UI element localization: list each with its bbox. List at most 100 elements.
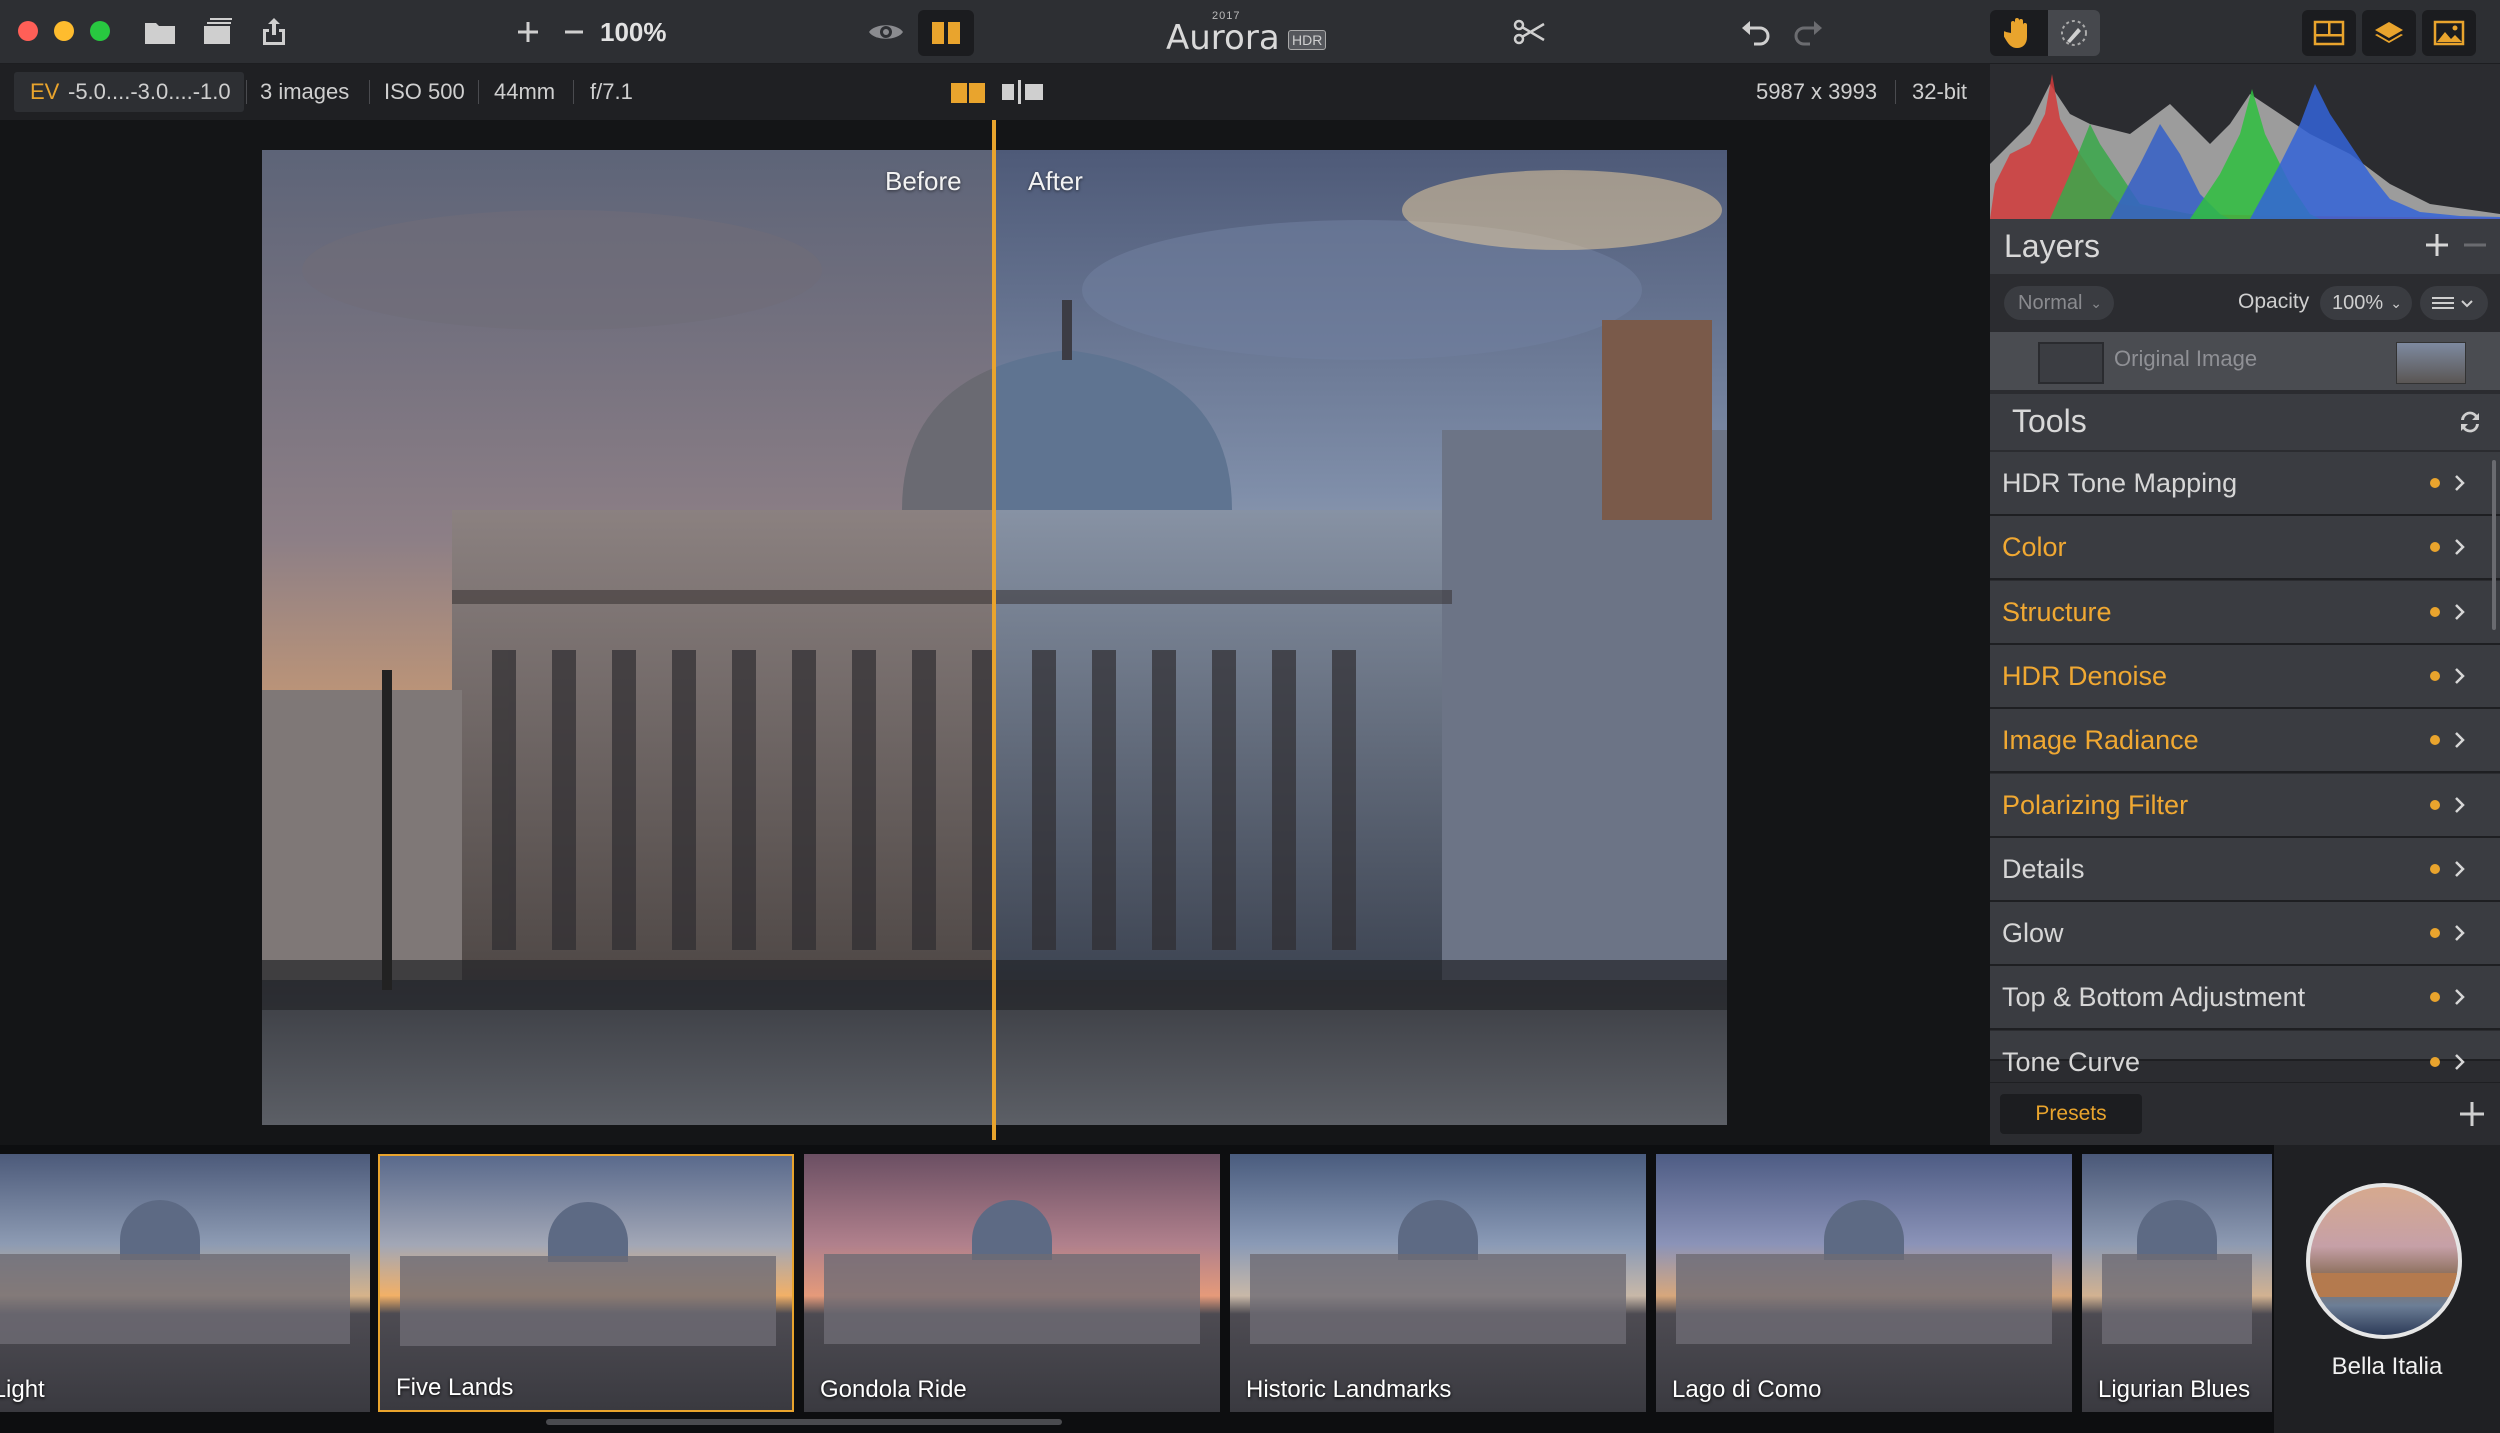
focal-length: 44mm bbox=[494, 79, 556, 104]
chevron-right-icon[interactable] bbox=[2450, 1051, 2470, 1073]
tool-status-dot[interactable] bbox=[2430, 799, 2440, 810]
tools-scrollbar[interactable] bbox=[2492, 460, 2496, 630]
compare-split-handle[interactable] bbox=[992, 120, 996, 1140]
preset-thumbnail[interactable]: Lago di Como bbox=[1656, 1154, 2072, 1412]
tool-row[interactable]: HDR Denoise bbox=[1990, 644, 2500, 709]
chevron-down-icon: ⌄ bbox=[2390, 295, 2402, 311]
layers-panel-icon[interactable] bbox=[2362, 10, 2416, 56]
add-preset-icon[interactable] bbox=[2458, 1100, 2486, 1133]
facade-shape bbox=[824, 1254, 1200, 1344]
share-icon[interactable] bbox=[254, 10, 294, 54]
preset-thumbnail[interactable]: Gondola Ride bbox=[804, 1154, 1220, 1412]
opacity-value: 100% bbox=[2332, 292, 2384, 314]
chevron-right-icon[interactable] bbox=[2450, 472, 2470, 494]
ev-value: -5.0....-3.0....-1.0 bbox=[68, 79, 231, 104]
dome-shape bbox=[548, 1202, 628, 1262]
opacity-label: Opacity bbox=[2238, 290, 2310, 313]
layer-options-button[interactable] bbox=[2420, 286, 2488, 320]
preset-label: Five Lands bbox=[396, 1374, 514, 1401]
batch-icon[interactable] bbox=[198, 10, 238, 54]
tool-status-dot[interactable] bbox=[2430, 1056, 2440, 1067]
dome-shape bbox=[972, 1200, 1052, 1260]
zoom-in-icon[interactable] bbox=[510, 10, 546, 54]
layout-icon[interactable] bbox=[2302, 10, 2356, 56]
preset-thumbnail[interactable]: Ligurian Blues bbox=[2082, 1154, 2272, 1412]
preset-label: Historic Landmarks bbox=[1246, 1376, 1452, 1403]
tool-row[interactable]: Polarizing Filter bbox=[1990, 773, 2500, 838]
opacity-select[interactable]: 100% ⌄ bbox=[2320, 286, 2412, 320]
blend-mode-select[interactable]: Normal ⌄ bbox=[2004, 286, 2114, 320]
bit-depth: 32-bit bbox=[1912, 79, 1968, 104]
tool-row[interactable]: Tone Curve bbox=[1990, 1030, 2500, 1077]
list-icon bbox=[2432, 297, 2473, 309]
layer-row[interactable]: Original Image bbox=[1990, 332, 2500, 390]
tool-row[interactable]: Glow bbox=[1990, 902, 2500, 967]
tool-row[interactable]: Color bbox=[1990, 516, 2500, 581]
tool-status-dot[interactable] bbox=[2430, 928, 2440, 939]
filmstrip-scrollbar[interactable] bbox=[546, 1419, 1062, 1425]
preset-thumbnail[interactable]: Historic Landmarks bbox=[1230, 1154, 1646, 1412]
chevron-right-icon[interactable] bbox=[2450, 601, 2470, 623]
compare-view-button[interactable] bbox=[918, 10, 974, 56]
chevron-right-icon[interactable] bbox=[2450, 922, 2470, 944]
image-count: 3 images bbox=[260, 79, 350, 104]
divider bbox=[573, 80, 574, 104]
preview-eye-icon[interactable] bbox=[862, 10, 910, 54]
tool-status-dot[interactable] bbox=[2430, 606, 2440, 617]
side-by-side-icon[interactable] bbox=[1000, 78, 1046, 111]
image-dimensions: 5987 x 3993 bbox=[1756, 79, 1878, 104]
tool-status-dot[interactable] bbox=[2430, 542, 2440, 553]
tool-status-dot[interactable] bbox=[2430, 735, 2440, 746]
dome-shape bbox=[120, 1200, 200, 1260]
add-layer-icon[interactable] bbox=[2424, 232, 2450, 263]
preset-thumbnail[interactable]: rk Light bbox=[0, 1154, 370, 1412]
presets-button[interactable]: Presets bbox=[2000, 1094, 2142, 1134]
facade-shape bbox=[1250, 1254, 1626, 1344]
tool-status-dot[interactable] bbox=[2430, 863, 2440, 874]
tool-label: Glow bbox=[2002, 918, 2064, 949]
minimize-window-button[interactable] bbox=[54, 21, 74, 41]
tool-row[interactable]: Top & Bottom Adjustment bbox=[1990, 966, 2500, 1031]
tool-status-dot[interactable] bbox=[2430, 992, 2440, 1003]
preset-label: rk Light bbox=[0, 1376, 45, 1403]
crop-cut-icon[interactable] bbox=[1508, 10, 1552, 54]
divider bbox=[478, 80, 479, 104]
preset-category-panel[interactable]: Bella Italia bbox=[2274, 1145, 2500, 1433]
chevron-right-icon[interactable] bbox=[2450, 536, 2470, 558]
zoom-level[interactable]: 100% bbox=[600, 14, 667, 50]
dome-shape bbox=[1398, 1200, 1478, 1260]
zoom-out-icon[interactable] bbox=[556, 10, 592, 54]
split-view-icon[interactable] bbox=[950, 78, 986, 111]
pan-hand-icon[interactable] bbox=[1990, 10, 2048, 56]
layer-mask-thumb[interactable] bbox=[2038, 342, 2104, 384]
image-panel-icon[interactable] bbox=[2422, 10, 2476, 56]
maximize-window-button[interactable] bbox=[90, 21, 110, 41]
undo-icon[interactable] bbox=[1736, 10, 1776, 54]
preset-thumbnail[interactable]: Five Lands bbox=[378, 1154, 794, 1412]
remove-layer-icon[interactable] bbox=[2462, 232, 2488, 263]
tool-row[interactable]: HDR Tone Mapping bbox=[1990, 452, 2500, 516]
tool-status-dot[interactable] bbox=[2430, 670, 2440, 681]
tool-row[interactable]: Structure bbox=[1990, 580, 2500, 645]
iso-value: ISO 500 bbox=[384, 79, 465, 104]
tool-label: HDR Denoise bbox=[2002, 660, 2168, 691]
chevron-right-icon[interactable] bbox=[2450, 858, 2470, 880]
chevron-right-icon[interactable] bbox=[2450, 794, 2470, 816]
tool-row[interactable]: Image Radiance bbox=[1990, 709, 2500, 774]
chevron-right-icon[interactable] bbox=[2450, 665, 2470, 687]
top-toolbar: 100% 2017 Aurora HDR bbox=[0, 0, 2500, 64]
brush-icon[interactable] bbox=[2048, 10, 2100, 56]
open-folder-icon[interactable] bbox=[140, 10, 180, 54]
redo-icon[interactable] bbox=[1788, 10, 1828, 54]
image-info-bar: EV -5.0....-3.0....-1.0 3 images ISO 500… bbox=[0, 64, 1990, 120]
category-thumbnail bbox=[2306, 1183, 2462, 1339]
tool-status-dot[interactable] bbox=[2430, 478, 2440, 488]
tools-title: Tools bbox=[2012, 403, 2087, 439]
chevron-right-icon[interactable] bbox=[2450, 729, 2470, 751]
layers-title: Layers bbox=[2004, 228, 2101, 264]
refresh-icon[interactable] bbox=[2456, 408, 2484, 441]
chevron-right-icon[interactable] bbox=[2450, 986, 2470, 1008]
tool-row[interactable]: Details bbox=[1990, 837, 2500, 902]
divider bbox=[369, 80, 370, 104]
close-window-button[interactable] bbox=[18, 21, 38, 41]
